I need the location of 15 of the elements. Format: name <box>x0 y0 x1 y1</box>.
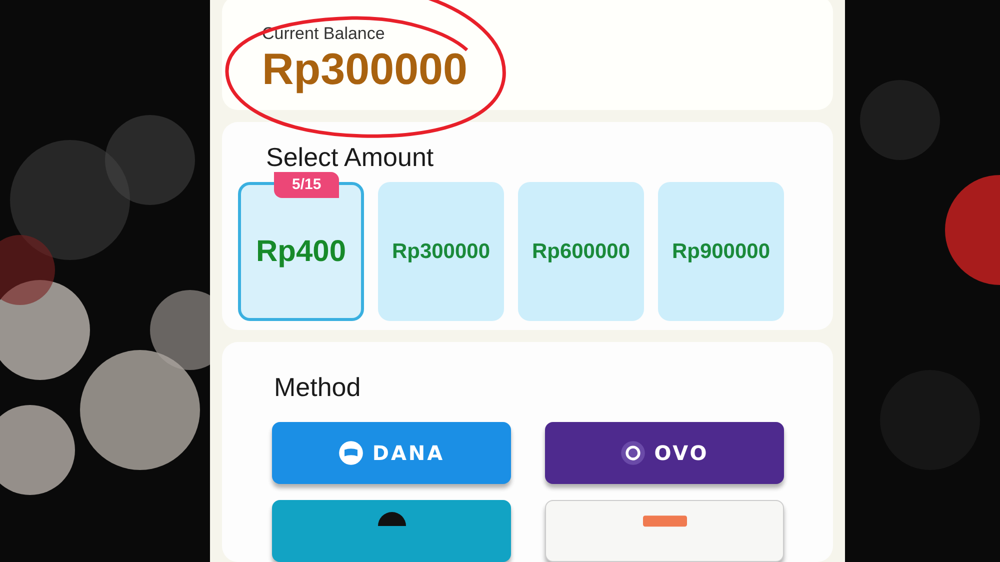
ring-logo-icon <box>620 440 646 466</box>
amount-option[interactable]: Rp300000 <box>378 182 504 322</box>
section-title: Select Amount <box>266 142 435 172</box>
payment-method-button[interactable]: DANA <box>272 422 511 484</box>
amount-option[interactable]: Rp600000 <box>518 182 644 322</box>
balance-amount: Rp300000 <box>262 46 468 94</box>
payment-method-button[interactable] <box>545 500 784 562</box>
count-badge: 5/15 <box>274 172 340 198</box>
amount-option[interactable]: Rp900000 <box>658 182 784 322</box>
section-title: Method <box>274 372 362 402</box>
dome-icon <box>378 512 406 526</box>
wallet-logo-icon <box>338 440 364 466</box>
logo-bar-icon <box>642 513 686 527</box>
payment-method-button[interactable]: OVO <box>545 422 784 484</box>
payment-method-button[interactable] <box>272 500 511 562</box>
